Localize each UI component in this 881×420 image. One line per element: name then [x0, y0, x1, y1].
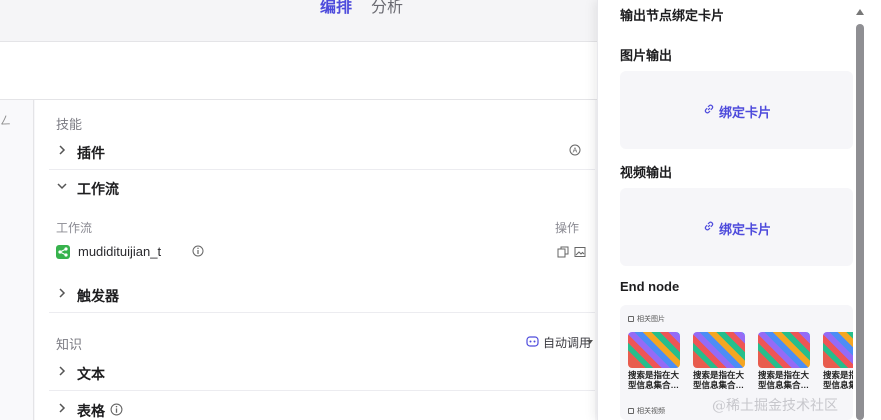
- chevron-down-icon: [57, 183, 67, 190]
- workflow-row[interactable]: 工作流: [49, 170, 595, 206]
- caret-down-icon[interactable]: [587, 340, 593, 344]
- video-icon: [628, 408, 634, 414]
- chevron-right-icon: [59, 366, 66, 376]
- thumbnail-caption: 搜索是指在大型信息集合…: [823, 370, 853, 390]
- triggers-label: 触发器: [77, 288, 119, 304]
- thumbnail-caption: 搜索是指在大型信息集合…: [758, 370, 810, 390]
- watermark: @稀土掘金技术社区: [712, 398, 838, 414]
- chevron-right-icon: [59, 288, 66, 298]
- skills-panel: 技能 插件 A 工作流 工作流 操作 mudidituijian_t 触发器 知…: [35, 100, 608, 420]
- workflow-item[interactable]: mudidituijian_t: [56, 242, 608, 262]
- triggers-row[interactable]: 触发器: [49, 277, 595, 313]
- bind-card-label: 绑定卡片: [719, 222, 772, 237]
- left-edge-glyph: ㄥ: [0, 115, 11, 127]
- image-icon: [628, 316, 634, 322]
- plugins-row[interactable]: 插件 A: [49, 134, 595, 170]
- end-node-title: End node: [620, 279, 680, 294]
- auto-mode-icon[interactable]: A: [569, 144, 581, 156]
- tab-edit[interactable]: 编排: [320, 0, 352, 16]
- plugins-label: 插件: [77, 145, 105, 161]
- link-icon: [704, 221, 714, 231]
- video-output-box: 绑定卡片: [620, 188, 853, 266]
- related-images-label: 相关图片: [628, 314, 665, 324]
- knowledge-section-title: 知识: [56, 337, 83, 352]
- workflow-name[interactable]: mudidituijian_t: [78, 244, 161, 259]
- panel-title: 输出节点绑定卡片: [620, 8, 725, 23]
- table-label: 表格: [77, 403, 105, 419]
- thumbnail[interactable]: 搜索是指在大型信息集合…: [693, 327, 749, 391]
- bind-card-panel: 输出节点绑定卡片 图片输出 绑定卡片 视频输出 绑定卡片 End node 相关…: [597, 0, 881, 420]
- image-output-box: 绑定卡片: [620, 71, 853, 149]
- auto-call-icon[interactable]: [526, 335, 539, 348]
- thumbnail-image: [758, 332, 810, 368]
- scrollbar[interactable]: [856, 24, 864, 420]
- thumbnail-list: 搜索是指在大型信息集合… 搜索是指在大型信息集合… 搜索是指在大型信息集合… 搜…: [628, 327, 853, 391]
- thumbnail-image: [823, 332, 853, 368]
- image-output-title: 图片输出: [620, 48, 673, 63]
- thumbnail[interactable]: 搜索是指在大型信息集合…: [823, 327, 853, 391]
- thumbnail[interactable]: 搜索是指在大型信息集合…: [758, 327, 814, 391]
- text-label: 文本: [77, 366, 105, 382]
- thumbnail-caption: 搜索是指在大型信息集合…: [628, 370, 680, 390]
- table-row[interactable]: 表格: [49, 392, 595, 420]
- left-column: ㄥ: [0, 100, 34, 420]
- svg-text:A: A: [573, 148, 578, 155]
- tab-analysis[interactable]: 分析: [371, 0, 403, 16]
- video-output-title: 视频输出: [620, 165, 673, 180]
- info-icon[interactable]: [192, 245, 204, 257]
- bind-card-label: 绑定卡片: [719, 105, 772, 120]
- chevron-right-icon: [59, 145, 66, 155]
- workflow-icon: [56, 245, 70, 259]
- workflow-label: 工作流: [77, 181, 119, 197]
- scroll-up-icon[interactable]: [856, 9, 864, 15]
- link-icon: [704, 104, 714, 114]
- text-row[interactable]: 文本: [49, 355, 595, 391]
- related-videos-label: 相关视频: [628, 406, 665, 416]
- operation-column-header: 操作: [555, 221, 580, 235]
- auto-call-dropdown[interactable]: 自动调用: [543, 334, 591, 351]
- copy-icon[interactable]: [557, 246, 569, 258]
- thumbnail-image: [693, 332, 745, 368]
- chevron-right-icon: [59, 403, 66, 413]
- thumbnail[interactable]: 搜索是指在大型信息集合…: [628, 327, 684, 391]
- workflow-column-header: 工作流: [56, 221, 93, 235]
- thumbnail-caption: 搜索是指在大型信息集合…: [693, 370, 745, 390]
- bind-card-icon[interactable]: [574, 246, 586, 258]
- thumbnail-image: [628, 332, 680, 368]
- skills-section-title: 技能: [56, 117, 83, 132]
- info-icon[interactable]: [110, 403, 123, 416]
